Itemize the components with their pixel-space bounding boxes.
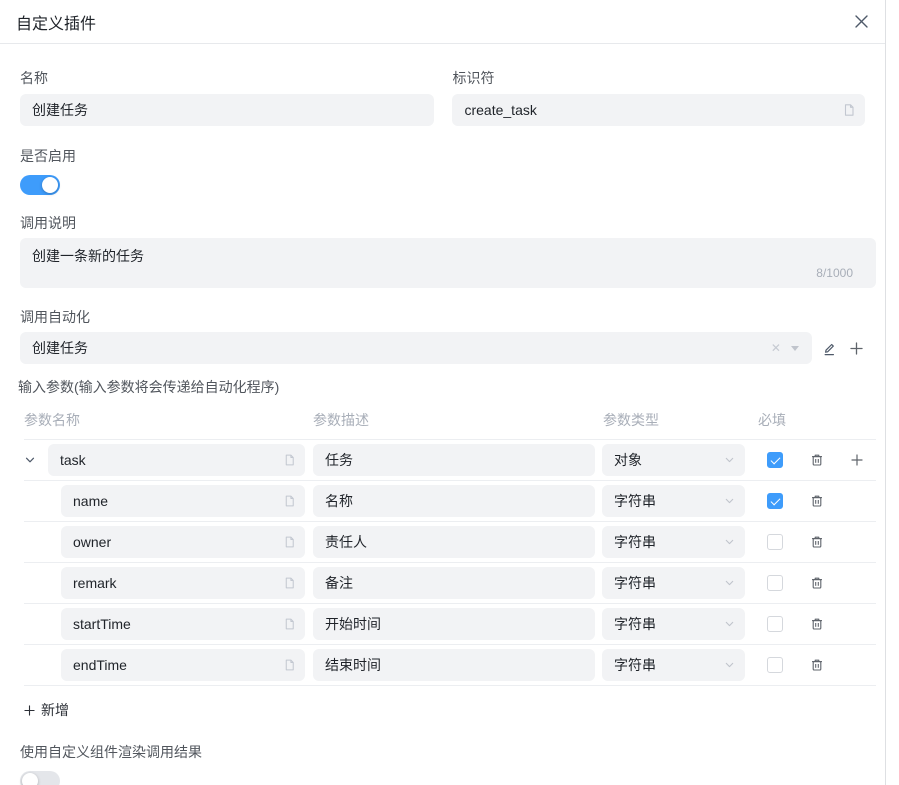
param-row: 字符串 [24, 563, 876, 604]
params-table: 对象 [24, 439, 876, 686]
automation-selected-value: 创建任务 [32, 338, 88, 358]
custom-plugin-dialog: 自定义插件 名称 标识符 [0, 0, 886, 785]
description-label: 调用说明 [20, 216, 865, 230]
char-counter: 8/1000 [816, 266, 853, 280]
param-desc-input[interactable] [313, 608, 595, 640]
pencil-icon [822, 341, 837, 356]
trash-icon [810, 576, 824, 590]
trash-icon [810, 535, 824, 549]
header-param-type: 参数类型 [603, 410, 758, 430]
param-desc-input[interactable] [313, 649, 595, 681]
enabled-toggle[interactable] [20, 175, 60, 195]
document-icon [283, 495, 296, 508]
document-icon [283, 577, 296, 590]
name-identifier-row: 名称 标识符 [20, 71, 865, 126]
delete-row-button[interactable] [809, 534, 825, 550]
enabled-label: 是否启用 [20, 149, 865, 163]
trash-icon [810, 453, 824, 467]
param-type-select[interactable]: 字符串 [602, 526, 745, 558]
param-type-select[interactable]: 字符串 [602, 567, 745, 599]
required-checkbox[interactable] [767, 616, 783, 632]
render-result-toggle[interactable] [20, 771, 60, 785]
edit-automation-button[interactable] [821, 339, 839, 357]
required-checkbox[interactable] [767, 534, 783, 550]
document-icon [842, 103, 856, 117]
required-checkbox[interactable] [767, 452, 783, 468]
close-button[interactable] [851, 12, 871, 32]
param-row: 对象 [24, 440, 876, 481]
add-param-button[interactable]: 新增 [24, 700, 69, 720]
delete-row-button[interactable] [809, 493, 825, 509]
trash-icon [810, 617, 824, 631]
document-icon [283, 659, 296, 672]
description-textarea[interactable] [20, 238, 876, 288]
param-row: 字符串 [24, 481, 876, 522]
add-child-param-button[interactable] [849, 452, 865, 468]
identifier-label: 标识符 [452, 71, 865, 85]
param-name-input[interactable] [48, 444, 305, 476]
trash-icon [810, 658, 824, 672]
identifier-input[interactable] [452, 94, 865, 126]
chevron-down-icon [724, 455, 735, 466]
param-name-input[interactable] [61, 567, 305, 599]
dialog-title: 自定义插件 [16, 10, 96, 34]
param-name-input[interactable] [61, 608, 305, 640]
dialog-header: 自定义插件 [0, 0, 885, 44]
delete-row-button[interactable] [809, 616, 825, 632]
chevron-down-icon [724, 537, 735, 548]
header-param-required: 必填 [758, 410, 865, 430]
name-label: 名称 [20, 71, 434, 85]
required-checkbox[interactable] [767, 657, 783, 673]
document-icon [283, 454, 296, 467]
toggle-knob [42, 177, 58, 193]
header-param-desc: 参数描述 [313, 410, 603, 430]
automation-label: 调用自动化 [20, 310, 865, 324]
header-param-name: 参数名称 [24, 410, 313, 430]
plugin-name-input[interactable] [20, 94, 434, 126]
plus-icon [24, 705, 35, 716]
document-icon [283, 536, 296, 549]
param-name-input[interactable] [61, 485, 305, 517]
required-checkbox[interactable] [767, 575, 783, 591]
clear-icon[interactable]: ✕ [771, 342, 781, 354]
param-type-select[interactable]: 对象 [602, 444, 745, 476]
param-row: 字符串 [24, 604, 876, 645]
trash-icon [810, 494, 824, 508]
chevron-down-icon [724, 660, 735, 671]
toggle-knob [22, 773, 38, 785]
chevron-down-icon [724, 496, 735, 507]
param-row: 字符串 [24, 522, 876, 563]
document-icon [283, 618, 296, 631]
add-automation-button[interactable] [847, 339, 865, 357]
param-desc-input[interactable] [313, 526, 595, 558]
plus-icon [851, 454, 863, 466]
param-name-input[interactable] [61, 649, 305, 681]
delete-row-button[interactable] [809, 657, 825, 673]
delete-row-button[interactable] [809, 575, 825, 591]
chevron-down-icon [724, 578, 735, 589]
delete-row-button[interactable] [809, 452, 825, 468]
param-name-input[interactable] [61, 526, 305, 558]
dialog-body: 名称 标识符 是否启用 [0, 71, 885, 785]
param-desc-input[interactable] [313, 567, 595, 599]
render-result-label: 使用自定义组件渲染调用结果 [20, 745, 865, 759]
param-type-select[interactable]: 字符串 [602, 485, 745, 517]
param-type-select[interactable]: 字符串 [602, 608, 745, 640]
caret-down-icon [791, 346, 799, 351]
automation-select[interactable]: 创建任务 ✕ [20, 332, 812, 364]
params-section-label: 输入参数(输入参数将会传递给自动化程序) [18, 380, 865, 394]
chevron-down-icon [724, 619, 735, 630]
params-table-header: 参数名称 参数描述 参数类型 必填 [20, 410, 865, 430]
param-desc-input[interactable] [313, 485, 595, 517]
close-icon [854, 14, 869, 29]
expand-chevron-icon[interactable] [24, 454, 48, 466]
required-checkbox[interactable] [767, 493, 783, 509]
param-type-select[interactable]: 字符串 [602, 649, 745, 681]
plus-icon [850, 342, 863, 355]
param-row: 字符串 [24, 645, 876, 686]
param-desc-input[interactable] [313, 444, 595, 476]
